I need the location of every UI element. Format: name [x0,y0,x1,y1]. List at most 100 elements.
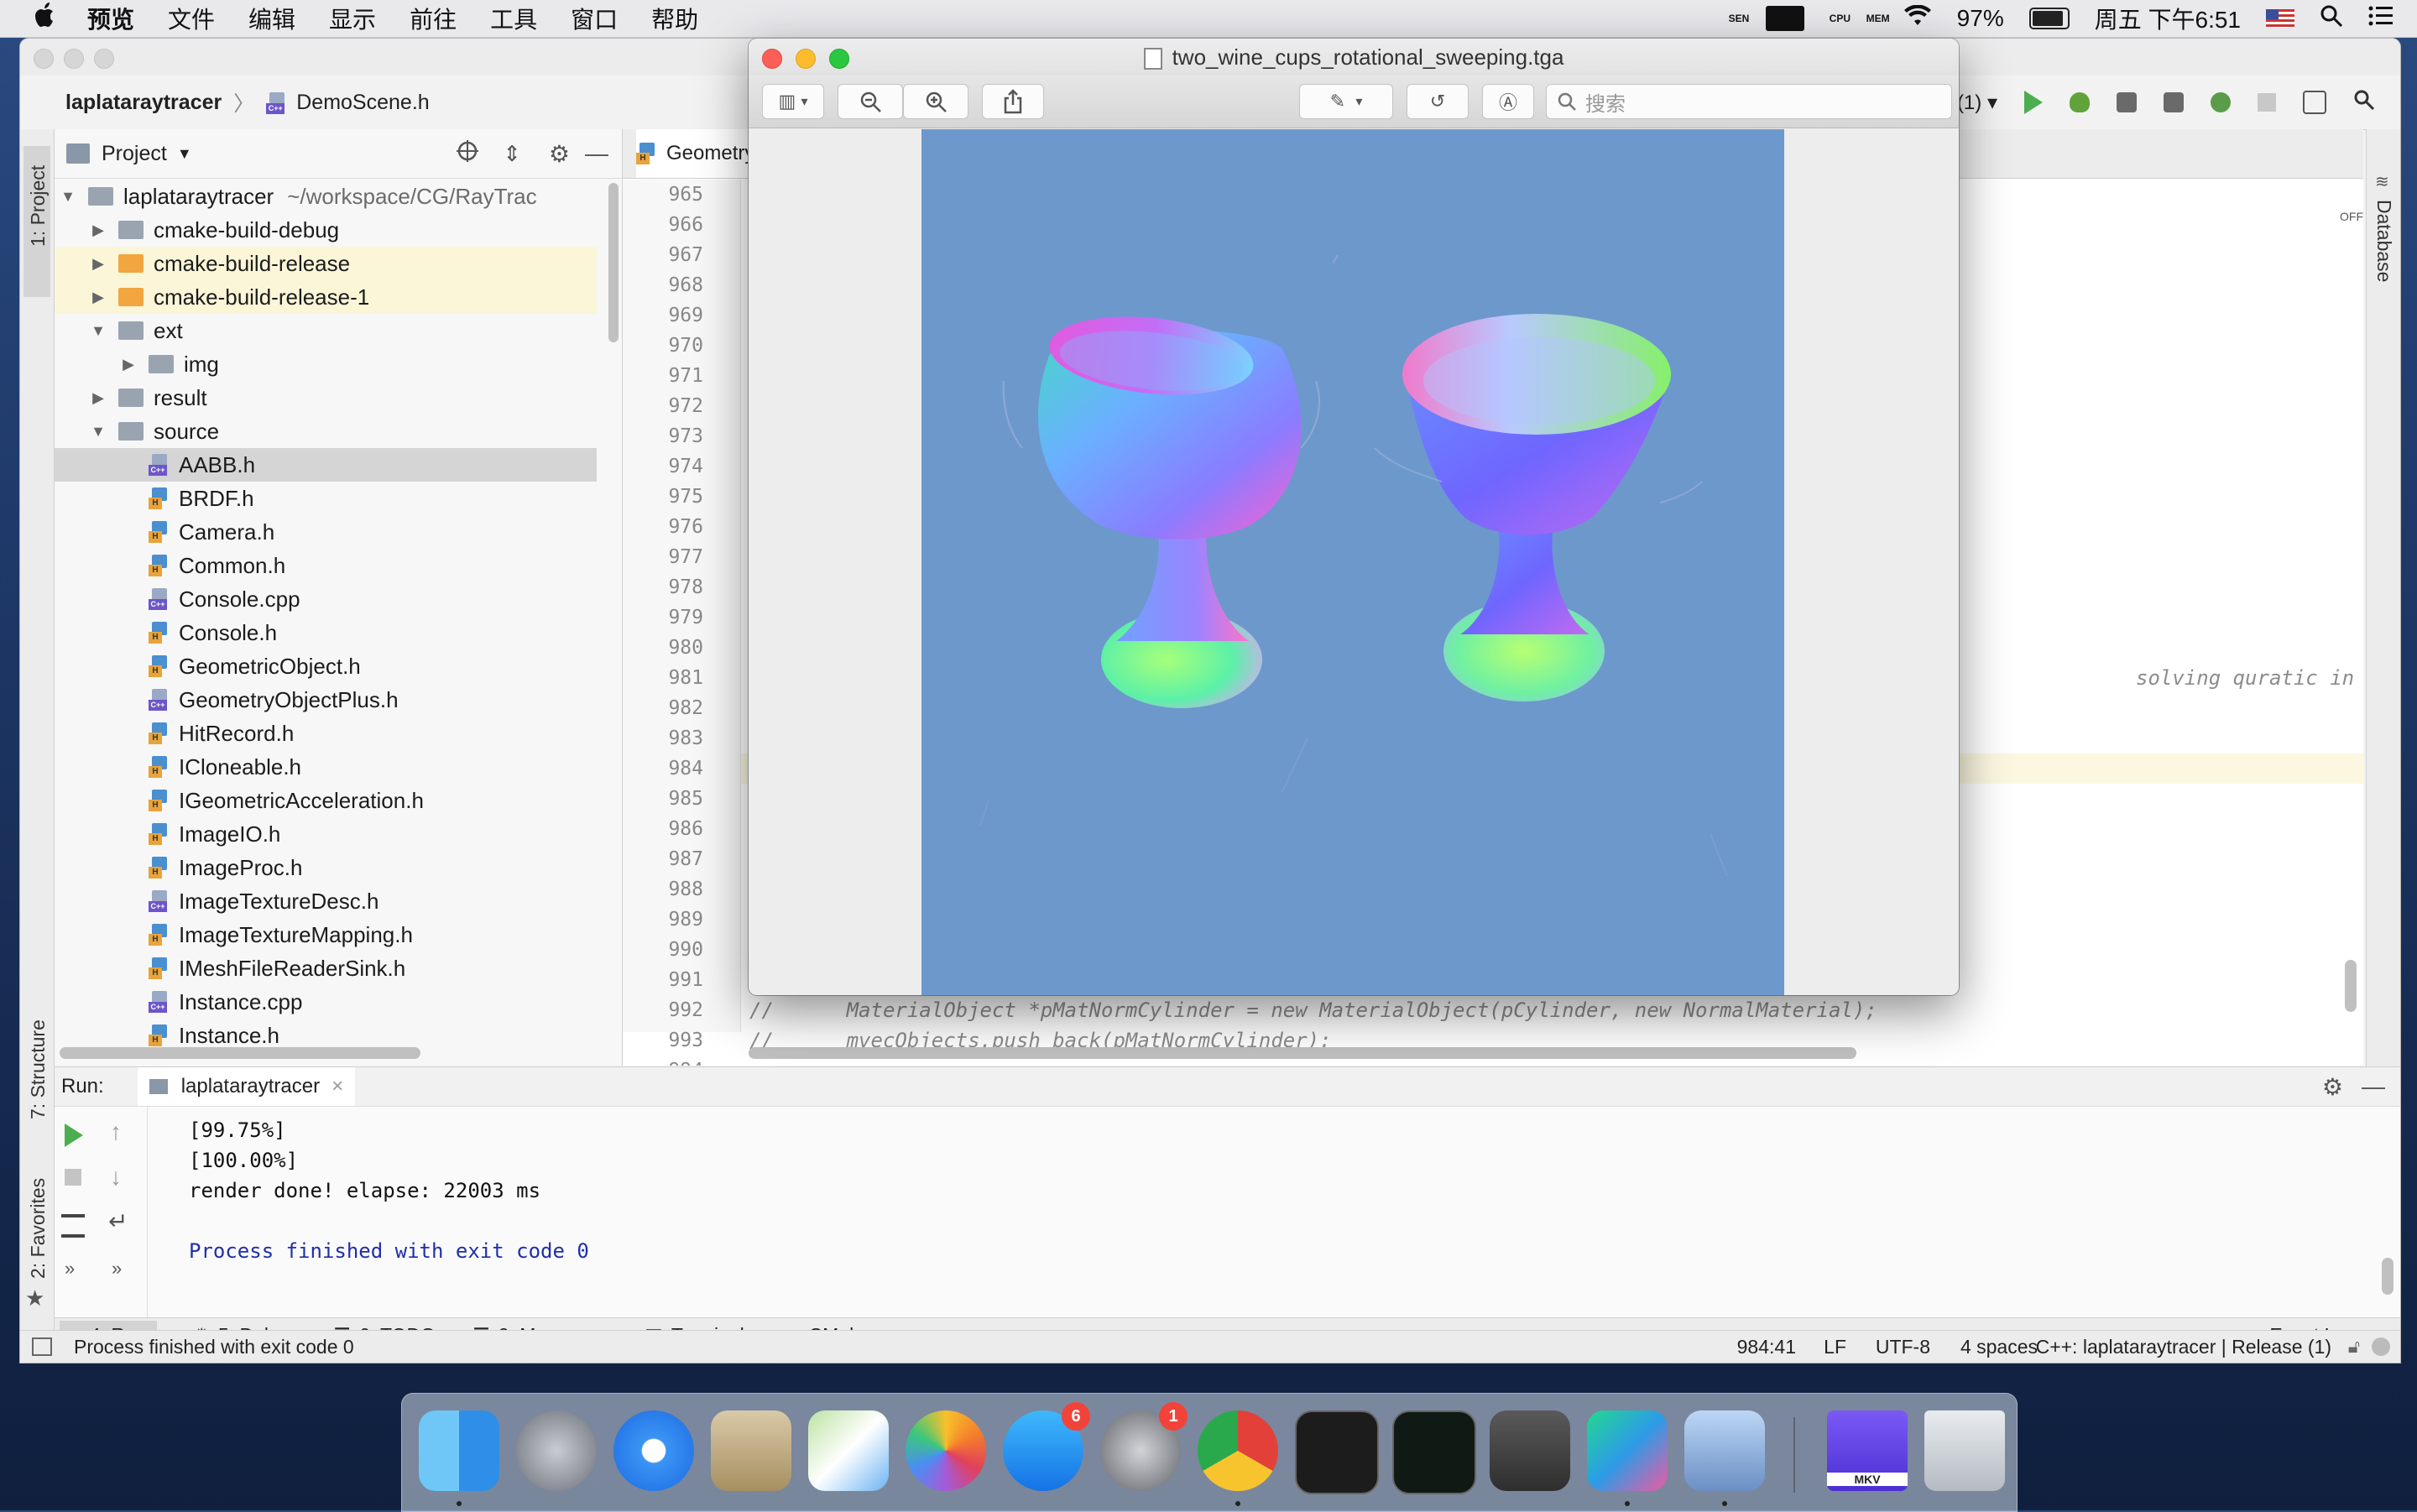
tree-file-item[interactable]: H ImageProc.h [55,851,597,884]
cpu-graph-icon[interactable] [1765,6,1804,31]
trash-icon[interactable] [1924,1410,2005,1491]
editor-horizontal-scrollbar[interactable] [749,1047,1856,1059]
lock-icon[interactable]: 🔓︎ [2348,1336,2360,1358]
chrome-icon[interactable] [1198,1410,1278,1491]
tree-folder-item[interactable]: ▶ img [55,347,597,381]
attach-debugger-icon[interactable] [2211,92,2231,112]
menu-edit[interactable]: 编辑 [248,2,295,35]
expand-arrow-icon[interactable]: ▼ [88,322,108,340]
tree-file-item[interactable]: H Camera.h [55,515,597,549]
preview-app-icon[interactable] [1684,1410,1765,1491]
database-tool-label[interactable]: Database [2373,200,2395,282]
run-icon[interactable] [2024,91,2043,114]
spotlight-search-icon[interactable] [2320,4,2343,34]
preview-zoom-button[interactable] [829,49,849,69]
menu-help[interactable]: 帮助 [651,2,698,35]
preview-minimize-button[interactable] [796,49,816,69]
zoom-in-button[interactable] [903,84,968,119]
favorites-tool-label[interactable]: 2: Favorites [27,1178,50,1279]
expand-arrow-icon[interactable]: ▶ [88,222,108,239]
tree-file-item[interactable]: H Console.h [55,616,597,649]
editor-vertical-scrollbar[interactable] [2345,960,2357,1012]
tree-file-item[interactable]: C++ Instance.cpp [55,985,597,1019]
launchpad-icon[interactable] [516,1410,597,1491]
photos-icon[interactable] [906,1410,986,1491]
notification-center-icon[interactable] [2368,5,2394,33]
markup-toolbar-button[interactable]: ✎ ▾ [1299,84,1393,119]
console-scrollbar[interactable] [2382,1258,2394,1295]
line-separator[interactable]: LF [1824,1336,1846,1358]
project-horizontal-scrollbar[interactable] [60,1047,420,1059]
tree-folder-item[interactable]: ▶ result [55,381,597,414]
project-view-title[interactable]: Project [102,142,167,166]
project-structure-icon[interactable] [2303,91,2326,114]
close-icon[interactable]: × [331,1075,343,1098]
apple-menu-icon[interactable] [34,2,57,35]
arrow-down-icon[interactable]: ↓ [110,1164,122,1191]
debug-icon[interactable] [2070,92,2090,112]
tree-file-item[interactable]: H GeometricObject.h [55,649,597,683]
sensor-stat-label[interactable]: SEN [1729,13,1750,23]
menu-tools[interactable]: 工具 [490,2,537,35]
tree-file-item[interactable]: H ImageIO.h [55,817,597,851]
search-everywhere-icon[interactable] [2353,89,2375,117]
preview-close-button[interactable] [762,49,782,69]
expand-arrow-icon[interactable]: ▶ [88,255,108,273]
rerun-icon[interactable] [65,1124,83,1147]
expand-arrow-icon[interactable]: ▼ [88,423,108,441]
clion-zoom-button[interactable] [94,49,114,69]
mail-icon[interactable] [711,1410,791,1491]
zoom-out-button[interactable] [838,84,903,119]
terminal-icon[interactable] [1295,1410,1379,1494]
tree-file-item[interactable]: C++ ImageTextureDesc.h [55,884,597,918]
wifi-icon[interactable] [1903,4,1932,33]
caret-position[interactable]: 984:41 [1737,1336,1796,1358]
profile-icon[interactable] [2164,92,2184,112]
clock[interactable]: 周五 下午6:51 [2095,2,2241,35]
menu-view[interactable]: 显示 [329,2,376,35]
system-preferences-icon[interactable]: 1 [1100,1402,1188,1491]
sublime-text-icon[interactable] [1490,1410,1570,1491]
gear-icon[interactable]: ⚙ [2322,1073,2343,1101]
tree-file-item[interactable]: H IGeometricAcceleration.h [55,784,597,817]
share-button[interactable] [982,84,1044,119]
inspector-icon[interactable] [2372,1337,2390,1356]
tree-folder-item[interactable]: ▶ cmake-build-debug [55,213,597,247]
clion-close-button[interactable] [34,49,54,69]
stop-icon[interactable] [2258,93,2276,112]
tree-root[interactable]: ▼ laplataraytracer ~/workspace/CG/RayTra… [55,180,597,213]
context-selector[interactable]: C++: laplataraytracer | Release (1) [2036,1336,2331,1358]
preview-search-field[interactable]: 搜索 [1546,84,1952,119]
tree-file-item[interactable]: H ImageTextureMapping.h [55,918,597,952]
arrow-up-icon[interactable]: ↑ [110,1118,122,1145]
run-tab[interactable]: laplataraytracer × [137,1067,356,1106]
tree-file-item[interactable]: H IMeshFileReaderSink.h [55,952,597,985]
tree-file-item[interactable]: H Common.h [55,549,597,582]
expand-arrow-icon[interactable]: ▶ [88,289,108,306]
clion-icon[interactable] [1587,1410,1668,1491]
chevron-down-icon[interactable]: ▼ [177,145,192,163]
maps-icon[interactable] [808,1410,889,1491]
tree-folder-item[interactable]: ▼ ext [55,314,597,347]
breadcrumb-file[interactable]: C++ DemoScene.h [266,91,430,115]
status-message[interactable]: Process finished with exit code 0 [74,1336,354,1358]
tree-file-item[interactable]: H ICloneable.h [55,750,597,784]
breadcrumb-project[interactable]: laplataraytracer [65,91,222,115]
locate-file-icon[interactable] [456,139,479,169]
tree-file-item[interactable]: C++ AABB.h [55,448,597,482]
battery-icon[interactable] [2028,8,2070,29]
tree-folder-item[interactable]: ▼ source [55,414,597,448]
tree-file-item[interactable]: H HitRecord.h [55,717,597,750]
more-icon[interactable]: » [65,1258,75,1280]
sidebar-toggle-button[interactable]: ▥ ▾ [762,84,824,119]
hide-panel-icon[interactable]: — [2362,1073,2385,1100]
project-vertical-scrollbar[interactable] [608,183,619,342]
more-icon[interactable]: » [112,1258,122,1280]
toggle-tool-windows-icon[interactable] [32,1337,52,1356]
tree-file-item[interactable]: H BRDF.h [55,482,597,515]
soft-wrap-icon[interactable]: ↵ [108,1207,128,1235]
run-with-coverage-icon[interactable] [2117,92,2137,112]
layout-icon[interactable] [61,1214,85,1238]
menu-file[interactable]: 文件 [168,2,215,35]
mem-stat-label[interactable]: MEM [1866,13,1890,23]
